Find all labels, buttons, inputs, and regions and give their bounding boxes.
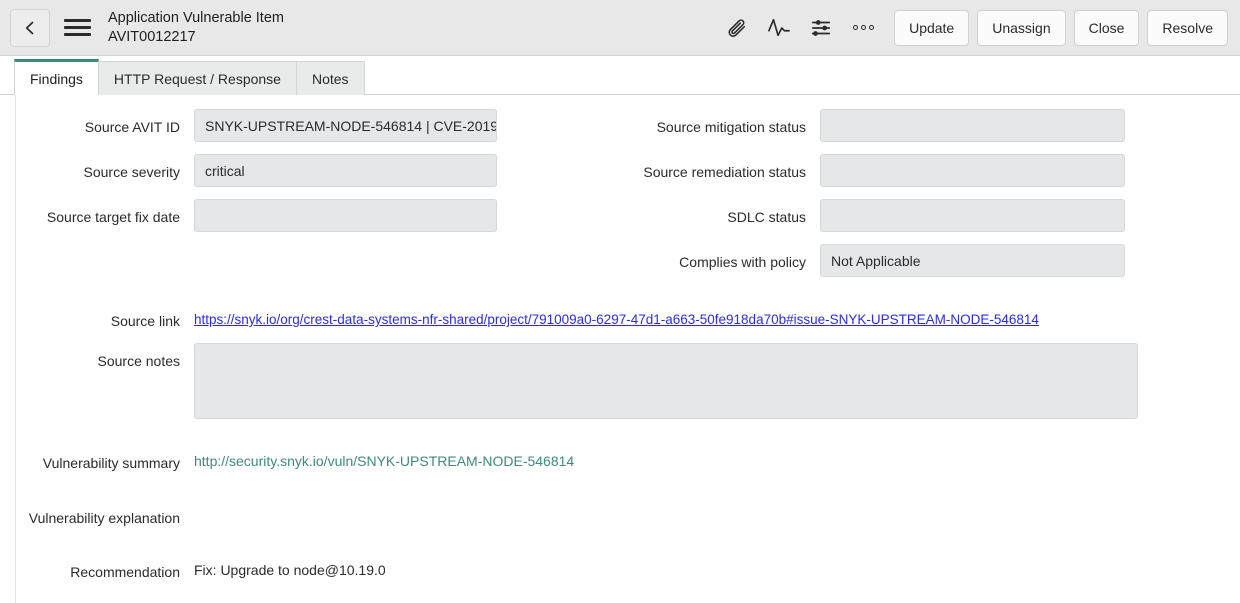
record-title-block: Application Vulnerable Item AVIT0012217 [108, 9, 284, 45]
field-source-severity-value[interactable]: critical [194, 154, 497, 187]
field-vulnerability-explanation: Vulnerability explanation [0, 500, 1240, 528]
form-column-right: Source mitigation status Source remediat… [620, 109, 1220, 289]
panel-left-rule [15, 95, 16, 603]
findings-form-panel: Source AVIT ID SNYK-UPSTREAM-NODE-546814… [0, 95, 1240, 603]
tab-http-request-response-label: HTTP Request / Response [114, 71, 281, 87]
section-spacer-2 [0, 431, 1240, 445]
close-button[interactable]: Close [1074, 10, 1140, 46]
field-source-remediation-status-value[interactable] [820, 154, 1125, 187]
form-column-left: Source AVIT ID SNYK-UPSTREAM-NODE-546814… [16, 109, 620, 289]
source-notes-textarea[interactable] [194, 343, 1138, 419]
field-source-target-fix-date: Source target fix date [16, 199, 620, 232]
field-sdlc-status-value[interactable] [820, 199, 1125, 232]
field-recommendation-value: Fix: Upgrade to node@10.19.0 [194, 554, 386, 578]
section-spacer [0, 289, 1240, 303]
field-source-avit-id-value[interactable]: SNYK-UPSTREAM-NODE-546814 | CVE-2019- [194, 109, 497, 142]
tab-notes[interactable]: Notes [297, 61, 365, 95]
field-complies-with-policy-label: Complies with policy [620, 244, 820, 272]
field-vulnerability-summary: Vulnerability summary http://security.sn… [0, 445, 1240, 473]
field-source-notes-label: Source notes [16, 343, 194, 371]
app-header: Application Vulnerable Item AVIT0012217 … [0, 0, 1240, 56]
field-source-mitigation-status-label: Source mitigation status [620, 109, 820, 137]
record-number: AVIT0012217 [108, 28, 284, 46]
field-source-avit-id-label: Source AVIT ID [16, 109, 194, 137]
unassign-button[interactable]: Unassign [977, 10, 1065, 46]
section-spacer-4 [0, 540, 1240, 554]
tab-findings-label: Findings [30, 71, 83, 87]
field-source-avit-id: Source AVIT ID SNYK-UPSTREAM-NODE-546814… [16, 109, 620, 142]
section-spacer-3 [0, 486, 1240, 500]
field-recommendation-label: Recommendation [16, 554, 194, 582]
field-source-severity: Source severity critical [16, 154, 620, 187]
field-vulnerability-explanation-label: Vulnerability explanation [16, 500, 194, 528]
field-source-target-fix-date-value[interactable] [194, 199, 497, 232]
tab-bar: Findings HTTP Request / Response Notes [0, 56, 1240, 95]
resolve-button[interactable]: Resolve [1147, 10, 1228, 46]
hamburger-menu-icon[interactable] [64, 9, 94, 47]
more-options-icon[interactable] [844, 9, 882, 47]
field-recommendation: Recommendation Fix: Upgrade to node@10.1… [0, 554, 1240, 582]
field-sdlc-status-label: SDLC status [620, 199, 820, 227]
tab-notes-label: Notes [312, 71, 349, 87]
field-sdlc-status: SDLC status [620, 199, 1220, 232]
page-title: Application Vulnerable Item [108, 9, 284, 27]
field-complies-with-policy-value[interactable]: Not Applicable [820, 244, 1125, 277]
back-button[interactable] [10, 9, 50, 47]
field-source-severity-label: Source severity [16, 154, 194, 182]
update-button[interactable]: Update [894, 10, 969, 46]
field-complies-with-policy: Complies with policy Not Applicable [620, 244, 1220, 277]
vulnerability-summary-anchor[interactable]: http://security.snyk.io/vuln/SNYK-UPSTRE… [194, 445, 574, 469]
tab-findings[interactable]: Findings [14, 59, 99, 95]
field-source-target-fix-date-label: Source target fix date [16, 199, 194, 227]
field-source-remediation-status-label: Source remediation status [620, 154, 820, 182]
field-source-link-label: Source link [16, 303, 194, 331]
attachment-icon[interactable] [718, 9, 756, 47]
field-source-link: Source link https://snyk.io/org/crest-da… [0, 303, 1240, 331]
three-dots [853, 25, 874, 30]
source-link-anchor[interactable]: https://snyk.io/org/crest-data-systems-n… [194, 303, 1039, 327]
field-source-remediation-status: Source remediation status [620, 154, 1220, 187]
tab-http-request-response[interactable]: HTTP Request / Response [99, 61, 297, 95]
chevron-left-icon [22, 20, 38, 36]
sliders-filter-icon[interactable] [802, 9, 840, 47]
field-source-mitigation-status: Source mitigation status [620, 109, 1220, 142]
field-vulnerability-summary-label: Vulnerability summary [16, 445, 194, 473]
field-source-mitigation-status-value[interactable] [820, 109, 1125, 142]
field-source-notes: Source notes [0, 343, 1240, 419]
form-columns: Source AVIT ID SNYK-UPSTREAM-NODE-546814… [0, 109, 1240, 289]
activity-pulse-icon[interactable] [760, 9, 798, 47]
